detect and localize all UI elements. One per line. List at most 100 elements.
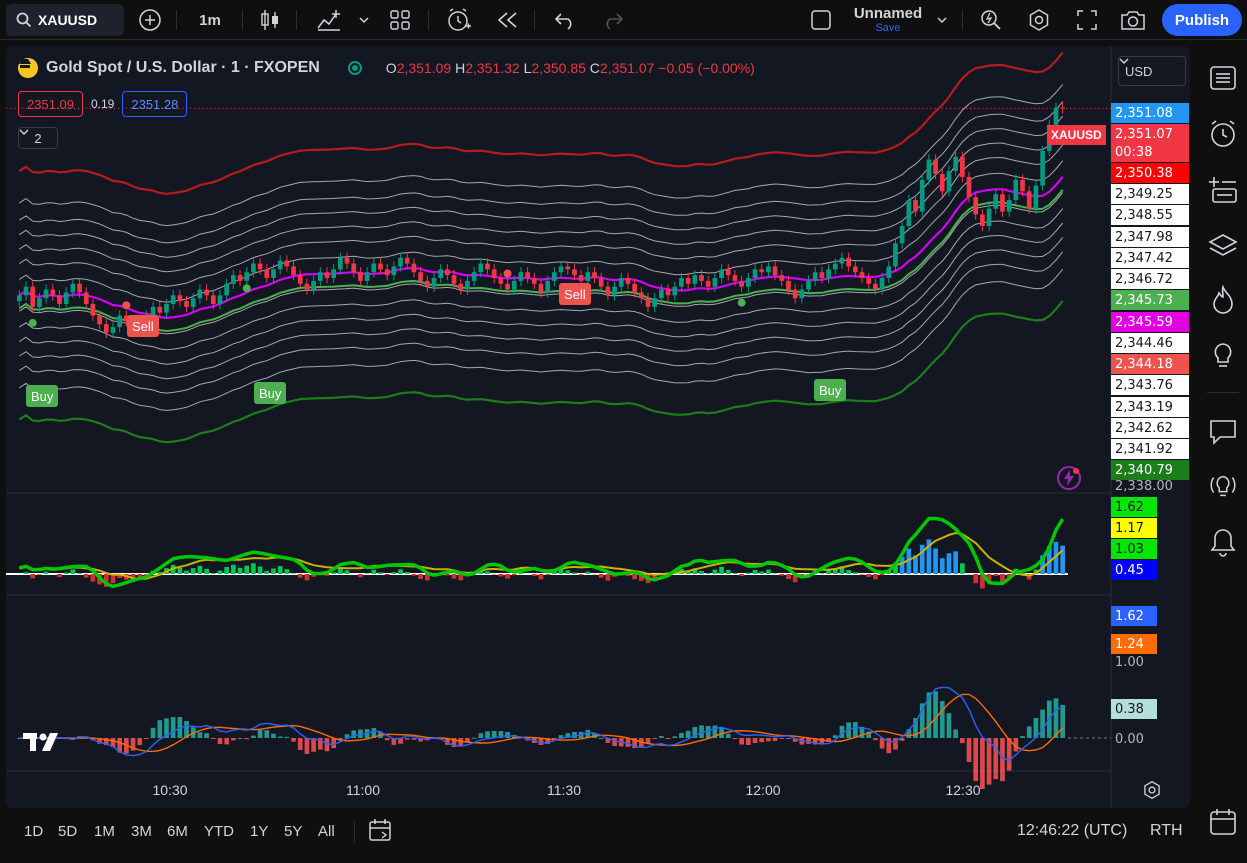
candle-body: [404, 257, 410, 264]
range-3m[interactable]: 3M: [131, 812, 152, 850]
chart-type-button[interactable]: [254, 4, 286, 36]
undo-button[interactable]: [548, 4, 582, 36]
object-tree-button[interactable]: [1207, 174, 1239, 206]
candle-body: [1006, 200, 1012, 212]
osc1-histogram-bar: [411, 574, 417, 576]
market-status-icon[interactable]: [347, 61, 362, 75]
layers-icon: [1208, 234, 1238, 256]
candle-body: [565, 266, 571, 270]
band-line: [19, 237, 1064, 380]
range-1y[interactable]: 1Y: [250, 812, 268, 850]
osc1-histogram-bar: [585, 571, 591, 574]
band-label: 2,343.19: [1111, 397, 1189, 417]
events-button[interactable]: [1056, 465, 1082, 491]
fullscreen-icon: [1077, 10, 1097, 30]
candle-body: [852, 266, 858, 273]
layout-dropdown[interactable]: [932, 4, 952, 36]
open-value: 2,351.09: [396, 60, 452, 76]
calendar-panel-button[interactable]: [1207, 806, 1239, 838]
candle-body: [331, 269, 337, 278]
range-1d[interactable]: 1D: [24, 812, 43, 850]
candle-body: [431, 278, 437, 287]
layers-button[interactable]: [1207, 230, 1239, 262]
indicators-dropdown[interactable]: [352, 4, 376, 36]
ideas-button[interactable]: [1207, 340, 1239, 372]
session-button[interactable]: RTH: [1150, 812, 1183, 850]
publish-button[interactable]: Publish: [1162, 4, 1242, 36]
range-ytd[interactable]: YTD: [204, 812, 234, 850]
candle-body: [424, 280, 430, 287]
buy-price-button[interactable]: 2351.28: [122, 91, 188, 117]
candle-body: [959, 156, 965, 177]
indicators-collapse-button[interactable]: 2: [18, 127, 58, 149]
band-label: 2,343.76: [1111, 375, 1189, 395]
osc1-histogram-bar: [939, 558, 945, 574]
templates-button[interactable]: [384, 4, 416, 36]
candle-body: [685, 278, 691, 284]
utc-clock[interactable]: 12:46:22 (UTC): [1017, 812, 1127, 850]
osc2-histogram-bar: [478, 733, 484, 738]
watchlist-button[interactable]: [1207, 62, 1239, 94]
price-chart[interactable]: [6, 46, 1190, 808]
candle-body: [832, 263, 838, 270]
candle-body: [846, 257, 851, 267]
replay-button[interactable]: [490, 4, 524, 36]
osc2-histogram-bar: [732, 738, 738, 740]
compare-symbol-button[interactable]: [134, 4, 166, 36]
candle-body: [251, 263, 256, 273]
range-5y[interactable]: 5Y: [284, 812, 302, 850]
osc2-histogram-bar: [264, 730, 270, 738]
notifications-button[interactable]: [1207, 526, 1239, 558]
layout-name-button[interactable]: Unnamed Save: [848, 4, 928, 36]
currency-select[interactable]: USD: [1118, 56, 1186, 86]
osc1-histogram-bar: [866, 574, 872, 577]
redo-button[interactable]: [596, 4, 630, 36]
candle-body: [391, 266, 397, 276]
symbol-search-button[interactable]: XAUUSD: [6, 4, 124, 36]
quick-search-button[interactable]: [974, 4, 1008, 36]
osc2-histogram-bar: [304, 738, 310, 754]
alarm-clock-icon: [1211, 120, 1235, 147]
candle-body: [157, 306, 163, 313]
osc1-histogram-bar: [404, 571, 410, 574]
tradingview-logo[interactable]: [22, 730, 62, 754]
select-layout-button[interactable]: [804, 4, 838, 36]
interval-button[interactable]: 1m: [188, 4, 232, 36]
osc1-histogram-bar: [237, 567, 243, 574]
candle-body: [204, 289, 209, 296]
sell-signal-label: Sell: [559, 283, 591, 305]
candle-body: [531, 278, 537, 284]
osc1-histogram-bar: [852, 572, 858, 574]
alarm-clock-icon: [448, 8, 471, 31]
goto-date-button[interactable]: [368, 818, 396, 844]
range-all[interactable]: All: [318, 812, 335, 850]
alert-button[interactable]: [442, 4, 476, 36]
osc1-histogram-bar: [70, 569, 76, 574]
chart-area[interactable]: Gold Spot / U.S. Dollar · 1 · FXOPEN O2,…: [6, 46, 1190, 808]
lightning-search-icon: [981, 10, 1001, 30]
band-label: 2,344.46: [1111, 333, 1189, 353]
candle-body: [926, 159, 932, 180]
chat-button[interactable]: [1207, 416, 1239, 448]
settings-button[interactable]: [1022, 4, 1056, 36]
symbol-title[interactable]: Gold Spot / U.S. Dollar · 1 · FXOPEN: [46, 59, 320, 77]
indicator-count: 2: [34, 130, 42, 146]
alerts-button[interactable]: [1207, 118, 1239, 150]
indicators-button[interactable]: [312, 4, 346, 36]
fullscreen-button[interactable]: [1070, 4, 1104, 36]
osc1-histogram-bar: [418, 574, 423, 579]
range-6m[interactable]: 6M: [167, 812, 188, 850]
add-list-icon: [1209, 177, 1237, 203]
osc1-histogram-bar: [30, 574, 36, 579]
osc1-histogram-bar: [264, 570, 270, 574]
osc2-label: 0.38: [1111, 699, 1157, 719]
hotlists-button[interactable]: [1207, 284, 1239, 316]
sell-price-button[interactable]: 2351.09: [18, 91, 83, 117]
range-5d[interactable]: 5D: [58, 812, 77, 850]
osc2-histogram-bar: [852, 722, 858, 738]
signals-button[interactable]: [1207, 470, 1239, 502]
osc2-histogram-bar: [966, 738, 972, 762]
scale-settings-button[interactable]: [1142, 780, 1166, 804]
range-1m[interactable]: 1M: [94, 812, 115, 850]
snapshot-button[interactable]: [1116, 4, 1150, 36]
